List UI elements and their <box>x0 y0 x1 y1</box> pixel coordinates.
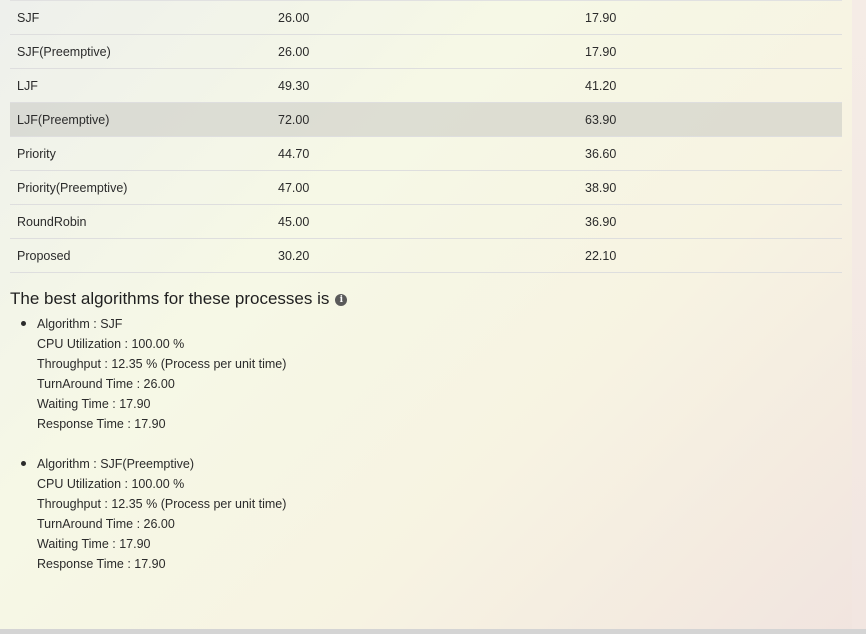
waiting-time-line: Waiting Time : 17.90 <box>37 397 151 411</box>
best-algorithms-heading: The best algorithms for these processes … <box>10 288 842 310</box>
waiting-time-cell: 36.90 <box>578 204 842 239</box>
waiting-time-cell: 22.10 <box>578 238 842 273</box>
turnaround-time-cell: 30.20 <box>271 238 578 273</box>
algorithm-name-cell: Proposed <box>10 238 271 273</box>
table-row: Priority(Preemptive) 47.00 38.90 <box>10 170 842 205</box>
table-row: SJF(Preemptive) 26.00 17.90 <box>10 34 842 69</box>
algorithm-name-cell: LJF <box>10 68 271 103</box>
algorithm-line: Algorithm : SJF(Preemptive) <box>37 457 194 471</box>
results-panel: SJF 26.00 17.90 SJF(Preemptive) 26.00 17… <box>0 0 852 629</box>
best-algorithms-title: The best algorithms for these processes … <box>10 289 330 308</box>
waiting-time-line: Waiting Time : 17.90 <box>37 537 151 551</box>
response-time-line: Response Time : 17.90 <box>37 557 166 571</box>
algorithm-name-cell: Priority(Preemptive) <box>10 170 271 205</box>
turnaround-time-cell: 26.00 <box>271 0 578 35</box>
turnaround-time-cell: 44.70 <box>271 136 578 171</box>
table-row: RoundRobin 45.00 36.90 <box>10 204 842 239</box>
waiting-time-cell: 41.20 <box>578 68 842 103</box>
info-circle-icon[interactable]: i <box>335 294 348 306</box>
algorithm-name-cell: RoundRobin <box>10 204 271 239</box>
throughput-line: Throughput : 12.35 % (Process per unit t… <box>37 357 287 371</box>
turnaround-time-line: TurnAround Time : 26.00 <box>37 517 175 531</box>
algorithm-name-cell: Priority <box>10 136 271 171</box>
table-row: Proposed 30.20 22.10 <box>10 238 842 273</box>
table-row-hovered: LJF(Preemptive) 72.00 63.90 <box>10 102 842 137</box>
table-row: LJF 49.30 41.20 <box>10 68 842 103</box>
turnaround-time-cell: 47.00 <box>271 170 578 205</box>
results-table: SJF 26.00 17.90 SJF(Preemptive) 26.00 17… <box>10 0 842 273</box>
cpu-utilization-line: CPU Utilization : 100.00 % <box>37 477 185 491</box>
waiting-time-cell: 36.60 <box>578 136 842 171</box>
algorithm-line: Algorithm : SJF <box>37 317 123 331</box>
table-row: Priority 44.70 36.60 <box>10 136 842 171</box>
algorithm-name-cell: SJF <box>10 0 271 35</box>
turnaround-time-line: TurnAround Time : 26.00 <box>37 377 175 391</box>
list-item: Algorithm : SJF CPU Utilization : 100.00… <box>10 314 842 434</box>
scroll-gutter <box>852 0 866 634</box>
algorithm-name-cell: LJF(Preemptive) <box>10 102 271 137</box>
turnaround-time-cell: 72.00 <box>271 102 578 137</box>
waiting-time-cell: 38.90 <box>578 170 842 205</box>
response-time-line: Response Time : 17.90 <box>37 417 166 431</box>
list-item: Algorithm : SJF(Preemptive) CPU Utilizat… <box>10 454 842 574</box>
algorithm-name-cell: SJF(Preemptive) <box>10 34 271 69</box>
waiting-time-cell: 17.90 <box>578 0 842 35</box>
turnaround-time-cell: 49.30 <box>271 68 578 103</box>
waiting-time-cell: 63.90 <box>578 102 842 137</box>
turnaround-time-cell: 26.00 <box>271 34 578 69</box>
table-row: SJF 26.00 17.90 <box>10 0 842 35</box>
turnaround-time-cell: 45.00 <box>271 204 578 239</box>
throughput-line: Throughput : 12.35 % (Process per unit t… <box>37 497 287 511</box>
best-algorithms-list: Algorithm : SJF CPU Utilization : 100.00… <box>10 314 842 574</box>
waiting-time-cell: 17.90 <box>578 34 842 69</box>
cpu-utilization-line: CPU Utilization : 100.00 % <box>37 337 185 351</box>
bottom-divider <box>0 629 866 634</box>
